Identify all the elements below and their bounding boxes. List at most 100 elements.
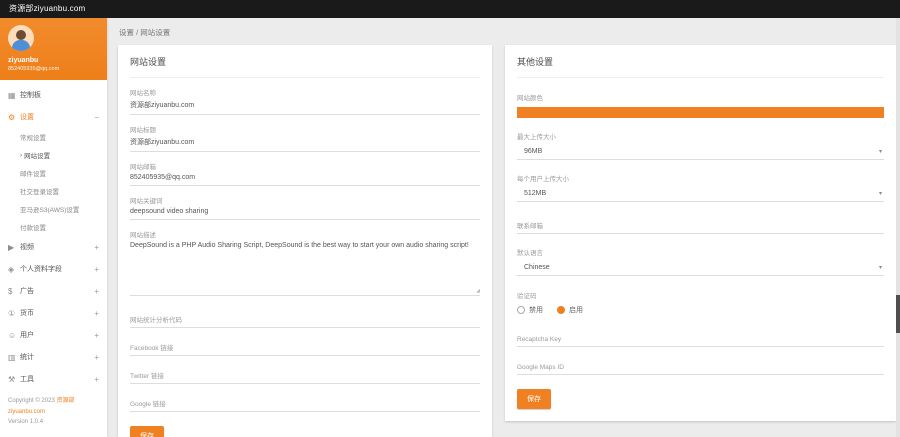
user-name: ziyuanbu (8, 57, 99, 64)
recaptcha-key-input[interactable] (517, 333, 884, 347)
sidebar-item[interactable]: ☺ 用户 + (0, 324, 107, 346)
sidebar-item-label: 视频 (20, 242, 94, 252)
select-value[interactable]: 512MB (524, 190, 879, 197)
sidebar-item-label: 广告 (20, 286, 94, 296)
field-value[interactable]: 资源部ziyuanbu.com (130, 137, 480, 147)
sidebar-item[interactable]: ▶ 视频 + (0, 236, 107, 258)
expand-icon[interactable]: + (94, 265, 99, 274)
color-swatch[interactable] (517, 107, 884, 118)
radio-label: 启用 (569, 305, 583, 315)
expand-icon[interactable]: + (94, 331, 99, 340)
field-label: 网站颜色 (517, 92, 884, 102)
sidebar-menu: ▦ 控制板 ⚙ 设置 − › 常规设置 › 网站设置 (0, 80, 107, 388)
form-field[interactable]: 网站关键词 deepsound video sharing (130, 195, 480, 220)
chevron-down-icon: ▾ (879, 148, 882, 155)
scrollbar-thumb[interactable] (896, 295, 900, 333)
avatar-body (12, 40, 30, 51)
language-select[interactable]: 默认语言 Chinese ▾ (517, 247, 884, 276)
sidebar-item-label: 个人资料字段 (20, 264, 94, 274)
sidebar-item[interactable]: ▥ 统计 + (0, 346, 107, 368)
other-settings-card: 其他设置 网站颜色 最大上传大小 96MB ▾ (505, 45, 896, 421)
topbar: 资源部ziyuanbu.com (0, 0, 900, 18)
field-value[interactable]: 852405935@qq.com (130, 174, 480, 181)
menu-icon: ☺ (8, 331, 20, 340)
form-field[interactable]: 网站邮箱 852405935@qq.com (130, 161, 480, 186)
user-panel: ziyuanbu 852405935@qq.com (0, 18, 107, 80)
select-value[interactable]: Chinese (524, 264, 879, 271)
submenu-item-label: 付款设置 (20, 222, 46, 232)
submenu-item[interactable]: › 常规设置 (0, 128, 107, 146)
menu-icon: ▶ (8, 243, 20, 252)
contact-input[interactable] (517, 220, 884, 234)
sidebar-item[interactable]: ◈ 个人资料字段 + (0, 258, 107, 280)
radio-icon[interactable] (517, 306, 525, 314)
sidebar-item[interactable]: $ 广告 + (0, 280, 107, 302)
website-settings-card: 网站设置 网站名称 资源部ziyuanbu.com 网站标题 资源部ziyuan… (118, 45, 492, 437)
submenu-item[interactable]: › 亚马逊S3(AWS)设置 (0, 200, 107, 218)
avatar-head (16, 30, 26, 40)
menu-icon: ① (8, 309, 20, 318)
expand-icon[interactable]: + (94, 353, 99, 362)
submenu-item-label: 常规设置 (20, 132, 46, 142)
chevron-right-icon: › (20, 152, 22, 159)
sidebar-item-label: 控制板 (20, 90, 99, 100)
sidebar-item-dashboard[interactable]: ▦ 控制板 (0, 84, 107, 106)
dashboard-icon: ▦ (8, 91, 20, 100)
radio-label: 禁用 (529, 305, 543, 315)
collapse-icon[interactable]: − (94, 113, 99, 122)
text-input[interactable] (130, 314, 480, 328)
text-input[interactable] (130, 342, 480, 356)
select-field[interactable]: 最大上传大小 96MB ▾ (517, 131, 884, 160)
menu-icon: ⚒ (8, 375, 20, 384)
field-label: 网站描述 (130, 229, 480, 239)
sidebar-item-settings[interactable]: ⚙ 设置 − (0, 106, 107, 128)
field-value[interactable]: 资源部ziyuanbu.com (130, 100, 480, 110)
field-value[interactable]: DeepSound is a PHP Audio Sharing Script,… (130, 242, 480, 249)
form-field[interactable]: 网站标题 资源部ziyuanbu.com (130, 124, 480, 152)
sidebar-item-label: 用户 (20, 330, 94, 340)
sidebar-item[interactable]: ① 货币 + (0, 302, 107, 324)
submenu-item[interactable]: › 付款设置 (0, 218, 107, 236)
field-label: 网站关键词 (130, 195, 480, 205)
breadcrumb: 设置 / 网站设置 (119, 27, 895, 38)
text-input[interactable] (130, 370, 480, 384)
sidebar-item-label: 设置 (20, 112, 94, 122)
upload-selects: 最大上传大小 96MB ▾ 每个用户上传大小 512MB ▾ (517, 131, 884, 202)
save-button[interactable]: 保存 (517, 389, 551, 409)
menu-icon: ▥ (8, 353, 20, 362)
submenu-item-label: 网站设置 (24, 150, 50, 160)
text-input[interactable] (130, 398, 480, 412)
description-textarea[interactable]: 网站描述 DeepSound is a PHP Audio Sharing Sc… (130, 229, 480, 296)
select-value[interactable]: 96MB (524, 148, 879, 155)
sidebar-footer: Copyright © 2023 资源部ziyuanbu.com Version… (0, 388, 107, 437)
sidebar-item[interactable]: ⚒ 工具 + (0, 368, 107, 388)
submenu-item[interactable]: › 网站设置 (0, 146, 107, 164)
expand-icon[interactable]: + (94, 243, 99, 252)
expand-icon[interactable]: + (94, 375, 99, 384)
chevron-down-icon: ▾ (879, 264, 882, 271)
radio-option[interactable]: 启用 (557, 305, 583, 315)
field-label: 每个用户上传大小 (517, 173, 884, 183)
avatar[interactable] (8, 25, 34, 51)
radio-option[interactable]: 禁用 (517, 305, 543, 315)
website-extra-inputs (130, 314, 480, 412)
radio-icon[interactable] (557, 306, 565, 314)
expand-icon[interactable]: + (94, 287, 99, 296)
field-value[interactable]: deepsound video sharing (130, 208, 480, 215)
google-maps-id-input[interactable] (517, 361, 884, 375)
sidebar-item-label: 统计 (20, 352, 94, 362)
submenu-item-label: 社交登录设置 (20, 186, 59, 196)
select-field[interactable]: 每个用户上传大小 512MB ▾ (517, 173, 884, 202)
submenu-item[interactable]: › 社交登录设置 (0, 182, 107, 200)
captcha-field: 验证码 禁用 启用 (517, 290, 884, 315)
website-fields: 网站名称 资源部ziyuanbu.com 网站标题 资源部ziyuanbu.co… (130, 87, 480, 220)
site-title: 资源部ziyuanbu.com (9, 4, 85, 13)
scrollbar-track[interactable] (896, 18, 900, 437)
expand-icon[interactable]: + (94, 309, 99, 318)
field-label: 最大上传大小 (517, 131, 884, 141)
save-button[interactable]: 保存 (130, 426, 164, 437)
submenu-item[interactable]: › 邮件设置 (0, 164, 107, 182)
resize-handle-icon[interactable]: ◢ (476, 288, 480, 294)
form-field[interactable]: 网站名称 资源部ziyuanbu.com (130, 87, 480, 115)
sidebar: ziyuanbu 852405935@qq.com ▦ 控制板 ⚙ 设置 − ›… (0, 18, 107, 437)
